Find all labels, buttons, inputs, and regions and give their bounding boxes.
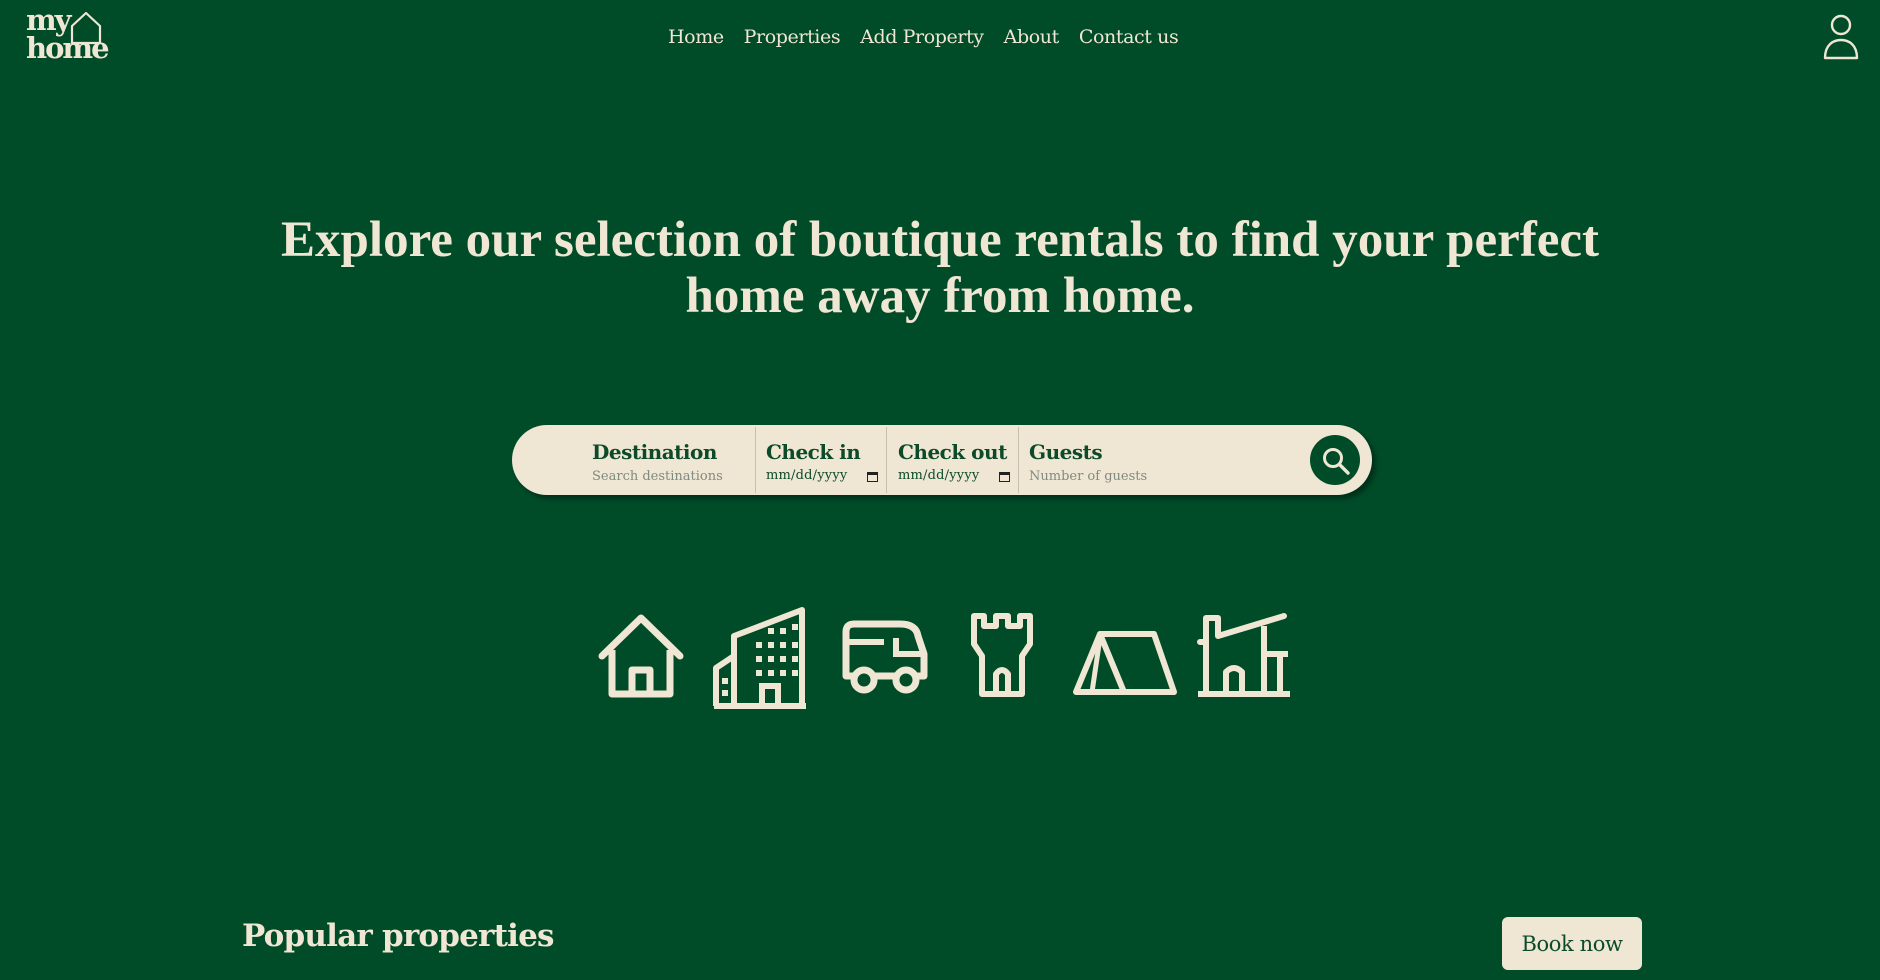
apartment-building-icon[interactable] [712,606,808,710]
hero-title: Explore our selection of boutique rental… [281,212,1599,324]
search-icon [1323,448,1350,475]
user-account-button[interactable] [1822,14,1860,60]
nav-add-property[interactable]: Add Property [860,26,984,48]
checkout-date-value: mm/dd/yyyy [898,468,980,483]
user-account-icon [1823,14,1859,60]
search-bar: Destination Check in mm/dd/yyyy Check ou… [512,425,1372,495]
calendar-icon [999,472,1010,482]
destination-field: Destination [592,425,752,495]
checkin-date-input[interactable]: mm/dd/yyyy [766,468,878,486]
calendar-icon [867,472,878,482]
destination-label: Destination [592,440,717,464]
destination-input[interactable] [592,469,742,484]
nav-home[interactable]: Home [668,26,724,48]
tent-icon[interactable] [1072,626,1178,698]
logo[interactable]: my home [26,6,112,66]
castle-tower-icon[interactable] [966,612,1038,700]
checkout-label: Check out [898,440,1007,464]
popular-properties-title: Popular properties [242,918,554,954]
checkout-field: Check out mm/dd/yyyy [898,425,1018,495]
cabin-icon[interactable] [1196,612,1292,702]
guests-input[interactable] [1029,469,1179,484]
category-icons [596,604,1292,714]
guests-field: Guests [1029,425,1229,495]
field-divider [755,427,756,493]
main-nav: Home Properties Add Property About Conta… [668,26,1179,48]
camper-van-icon[interactable] [840,618,930,698]
nav-contact-us[interactable]: Contact us [1079,26,1179,48]
nav-about[interactable]: About [1004,26,1060,48]
site-header: my home Home Properties Add Property Abo… [0,0,1880,80]
field-divider [1018,427,1019,493]
guests-label: Guests [1029,440,1103,464]
house-outline-icon [70,11,102,45]
checkin-field: Check in mm/dd/yyyy [766,425,886,495]
search-button[interactable] [1310,435,1360,485]
checkin-label: Check in [766,440,861,464]
field-divider [886,427,887,493]
book-now-button[interactable]: Book now [1502,917,1642,970]
nav-properties[interactable]: Properties [744,26,841,48]
checkin-date-value: mm/dd/yyyy [766,468,848,483]
checkout-date-input[interactable]: mm/dd/yyyy [898,468,1010,486]
house-icon[interactable] [596,612,686,700]
